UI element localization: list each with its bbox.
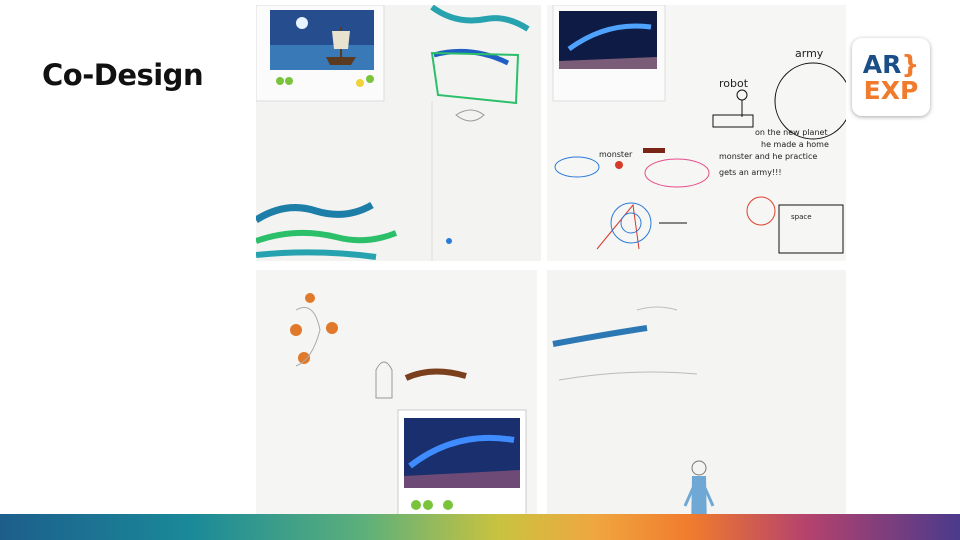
bottom-gradient-bar	[0, 514, 960, 540]
co-design-photo-ship-drawing	[256, 5, 541, 261]
ar-exp-logo: AR} EXP	[852, 38, 930, 116]
handwriting-planet-note-1: on the new planet	[755, 128, 828, 137]
handwriting-robot: robot	[719, 77, 749, 90]
handwriting-planet-note-4: gets an army!!!	[719, 168, 782, 177]
handwriting-monster: monster	[599, 150, 633, 159]
logo-bracket: }	[901, 50, 920, 79]
co-design-photo-figure-drawing	[547, 270, 846, 536]
slide-title: Co-Design	[42, 58, 204, 92]
co-design-photo-robot-army-drawing: army robot on the new planet he made a h…	[547, 5, 846, 261]
handwriting-planet-note-3: monster and he practice	[719, 152, 817, 161]
logo-text-ar: AR	[862, 50, 902, 79]
handwriting-space: space	[791, 213, 812, 221]
handwriting-planet-note-2: he made a home	[761, 140, 829, 149]
logo-text-exp: EXP	[863, 76, 919, 105]
co-design-photo-pencil-sketch	[256, 270, 537, 536]
handwriting-army: army	[795, 47, 824, 60]
